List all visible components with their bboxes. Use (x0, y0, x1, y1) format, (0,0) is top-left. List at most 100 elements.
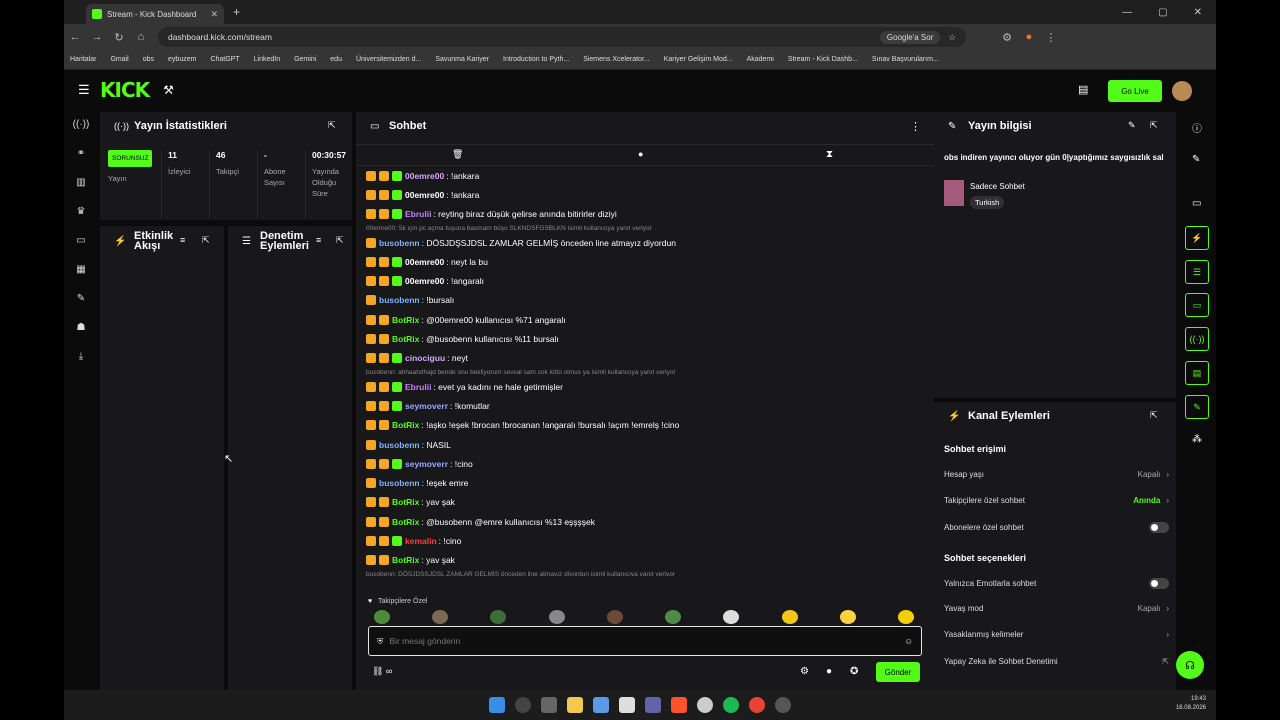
emote[interactable] (490, 610, 507, 624)
chat-message[interactable]: seymoverr: !komutlar (366, 396, 921, 415)
new-tab-icon[interactable]: + (233, 5, 240, 19)
popout-icon[interactable]: ⇱ (336, 235, 344, 246)
bookmark-item[interactable]: obs (143, 56, 154, 63)
chat-username[interactable]: seymoverr (405, 401, 448, 411)
forward-icon[interactable]: → (86, 31, 108, 43)
store-icon[interactable] (593, 697, 609, 713)
avatar[interactable] (1172, 81, 1192, 101)
go-live-button[interactable]: Go Live (1108, 80, 1162, 102)
popout-icon[interactable]: ⇱ (1150, 120, 1158, 131)
bookmark-item[interactable]: Gmail (110, 56, 128, 63)
spotify-icon[interactable] (723, 697, 739, 713)
chat-messages[interactable]: 00emre00: !ankara 00emre00: !ankara Ebruli… (366, 166, 921, 576)
browser-tab[interactable]: Stream - Kick Dashboard ✕ (86, 4, 224, 24)
chat-username[interactable]: Ebrulii (405, 209, 431, 219)
minimize-icon[interactable]: — (1122, 7, 1132, 18)
bookmark-item[interactable]: Sınav Başvurularım... (872, 56, 939, 63)
support-bubble-icon[interactable]: ☊ (1176, 651, 1204, 679)
link-icon[interactable]: ⚭ (64, 139, 98, 168)
emote[interactable] (839, 610, 856, 624)
chat-message[interactable]: BotRix: @busobenn @emre kullanıcısı %13 … (366, 512, 921, 531)
bookmark-item[interactable]: Kariyer Gelişim Mod... (664, 56, 733, 63)
menu-icon[interactable]: ⋮ (1040, 31, 1062, 44)
filter-icon[interactable]: ≡ (316, 235, 321, 245)
slow-mode-row[interactable]: Yavaş mod Kapalı › (944, 604, 1169, 613)
emotes-only-row[interactable]: Yalnızca Emotlarla sohbet (944, 578, 1169, 589)
chat-username[interactable]: BotRix (392, 315, 419, 325)
obs-icon[interactable] (775, 697, 791, 713)
bookmark-item[interactable]: LinkedIn (254, 56, 280, 63)
chart-icon[interactable]: ▦ (64, 255, 98, 284)
chat-bubble-icon[interactable]: ● (638, 149, 643, 159)
emote[interactable] (548, 610, 565, 624)
more-icon[interactable]: ⋮ (910, 120, 921, 133)
chat-username[interactable]: BotRix (392, 517, 419, 527)
chat-message[interactable]: Ebrulii: evet ya kadını ne hale getirmiş… (366, 377, 921, 396)
info-icon[interactable]: ⓘ (1192, 120, 1202, 135)
chat-username[interactable]: BotRix (392, 497, 419, 507)
banned-words-row[interactable]: Yasaklanmış kelimeler › (944, 630, 1169, 639)
chat-username[interactable]: cinociguu (405, 353, 445, 363)
account-age-row[interactable]: Hesap yaşı Kapalı › (944, 470, 1169, 479)
chat-message[interactable]: cinociguu: neyt (366, 349, 921, 368)
home-icon[interactable]: ⌂ (130, 31, 152, 43)
emote[interactable] (374, 610, 390, 624)
chat-input[interactable]: ⛨ Bir mesaj gönderin ☺ (368, 626, 922, 656)
close-tab-icon[interactable]: ✕ (210, 9, 218, 20)
chat-username[interactable]: 00emre00 (405, 276, 444, 286)
back-icon[interactable]: ← (64, 31, 86, 43)
bookmark-item[interactable]: Akademi (747, 56, 774, 63)
chat-message[interactable]: 00emre00: !ankara (366, 166, 921, 185)
emote[interactable] (665, 610, 682, 624)
bookmark-item[interactable]: eybuzem (168, 56, 196, 63)
file-explorer-icon[interactable] (567, 697, 583, 713)
chat-username[interactable]: 00emre00 (405, 257, 444, 267)
chat-message[interactable]: busobenn: !bursalı (366, 291, 921, 310)
chat-message[interactable]: BotRix: @busobenn kullanıcısı %11 bursal… (366, 329, 921, 348)
apps-icon[interactable]: ⁂ (1192, 434, 1202, 445)
close-window-icon[interactable]: ✕ (1194, 7, 1202, 18)
download-icon[interactable]: ⤓ (64, 342, 98, 371)
kick-logo[interactable]: KICK (100, 78, 150, 102)
chat-message[interactable]: BotRix: yav şak (366, 493, 921, 512)
tools-icon[interactable]: ⚒ (163, 83, 174, 97)
google-ask-button[interactable]: Google'a Sor (879, 30, 941, 44)
chat-message[interactable]: seymoverr: !cino (366, 454, 921, 473)
brave-icon[interactable] (671, 697, 687, 713)
chat-username[interactable]: BotRix (392, 334, 419, 344)
chat-message[interactable]: busobenn: NASIL (366, 435, 921, 454)
bookmark-item[interactable]: Üniversitemizden d... (356, 56, 421, 63)
system-clock[interactable]: 19:43 16.08.2026 (1176, 695, 1206, 713)
emote[interactable] (432, 610, 449, 624)
video-icon[interactable]: ▭ (64, 226, 98, 255)
trash-icon[interactable]: 🗑 (452, 149, 463, 160)
capcut-icon[interactable] (619, 697, 635, 713)
emote[interactable] (781, 610, 798, 624)
chat-message[interactable]: 00emre00: !angaralı (366, 271, 921, 290)
chat-users-icon[interactable]: ● (826, 666, 832, 677)
video-icon[interactable]: ▭ (1192, 198, 1201, 209)
community-icon[interactable]: ☗ (64, 313, 98, 342)
wrench-icon[interactable]: ✎ (1185, 395, 1209, 419)
bookmark-star-icon[interactable]: ☆ (948, 32, 956, 43)
hourglass-icon[interactable]: ⧗ (826, 149, 833, 160)
task-view-icon[interactable] (541, 697, 557, 713)
teams-icon[interactable] (645, 697, 661, 713)
chat-username[interactable]: busobenn (379, 440, 420, 450)
chat-username[interactable]: seymoverr (405, 459, 448, 469)
stream-icon[interactable]: ((·)) (64, 110, 98, 139)
followers-only-row[interactable]: Takipçilere özel sohbet Anında › (944, 496, 1169, 505)
subs-only-row[interactable]: Abonelere özel sohbet (944, 522, 1169, 533)
ai-moderation-row[interactable]: Yapay Zeka ile Sohbet Denetimi ⇱ (944, 657, 1169, 666)
bookmark-item[interactable]: Stream - Kick Dashb... (788, 56, 858, 63)
chrome-icon[interactable] (749, 697, 765, 713)
emote[interactable] (723, 610, 740, 624)
chat-icon[interactable]: ▭ (1185, 293, 1209, 317)
trophy-icon[interactable]: ♛ (64, 197, 98, 226)
chat-message[interactable]: 00emre00: !ankara (366, 185, 921, 204)
app-icon[interactable] (697, 697, 713, 713)
category-name[interactable]: Sadece Sohbet (970, 182, 1025, 191)
popout-icon[interactable]: ⇱ (202, 235, 210, 246)
bookmark-item[interactable]: ChatGPT (210, 56, 239, 63)
extensions-icon[interactable]: ⚙ (996, 31, 1018, 44)
